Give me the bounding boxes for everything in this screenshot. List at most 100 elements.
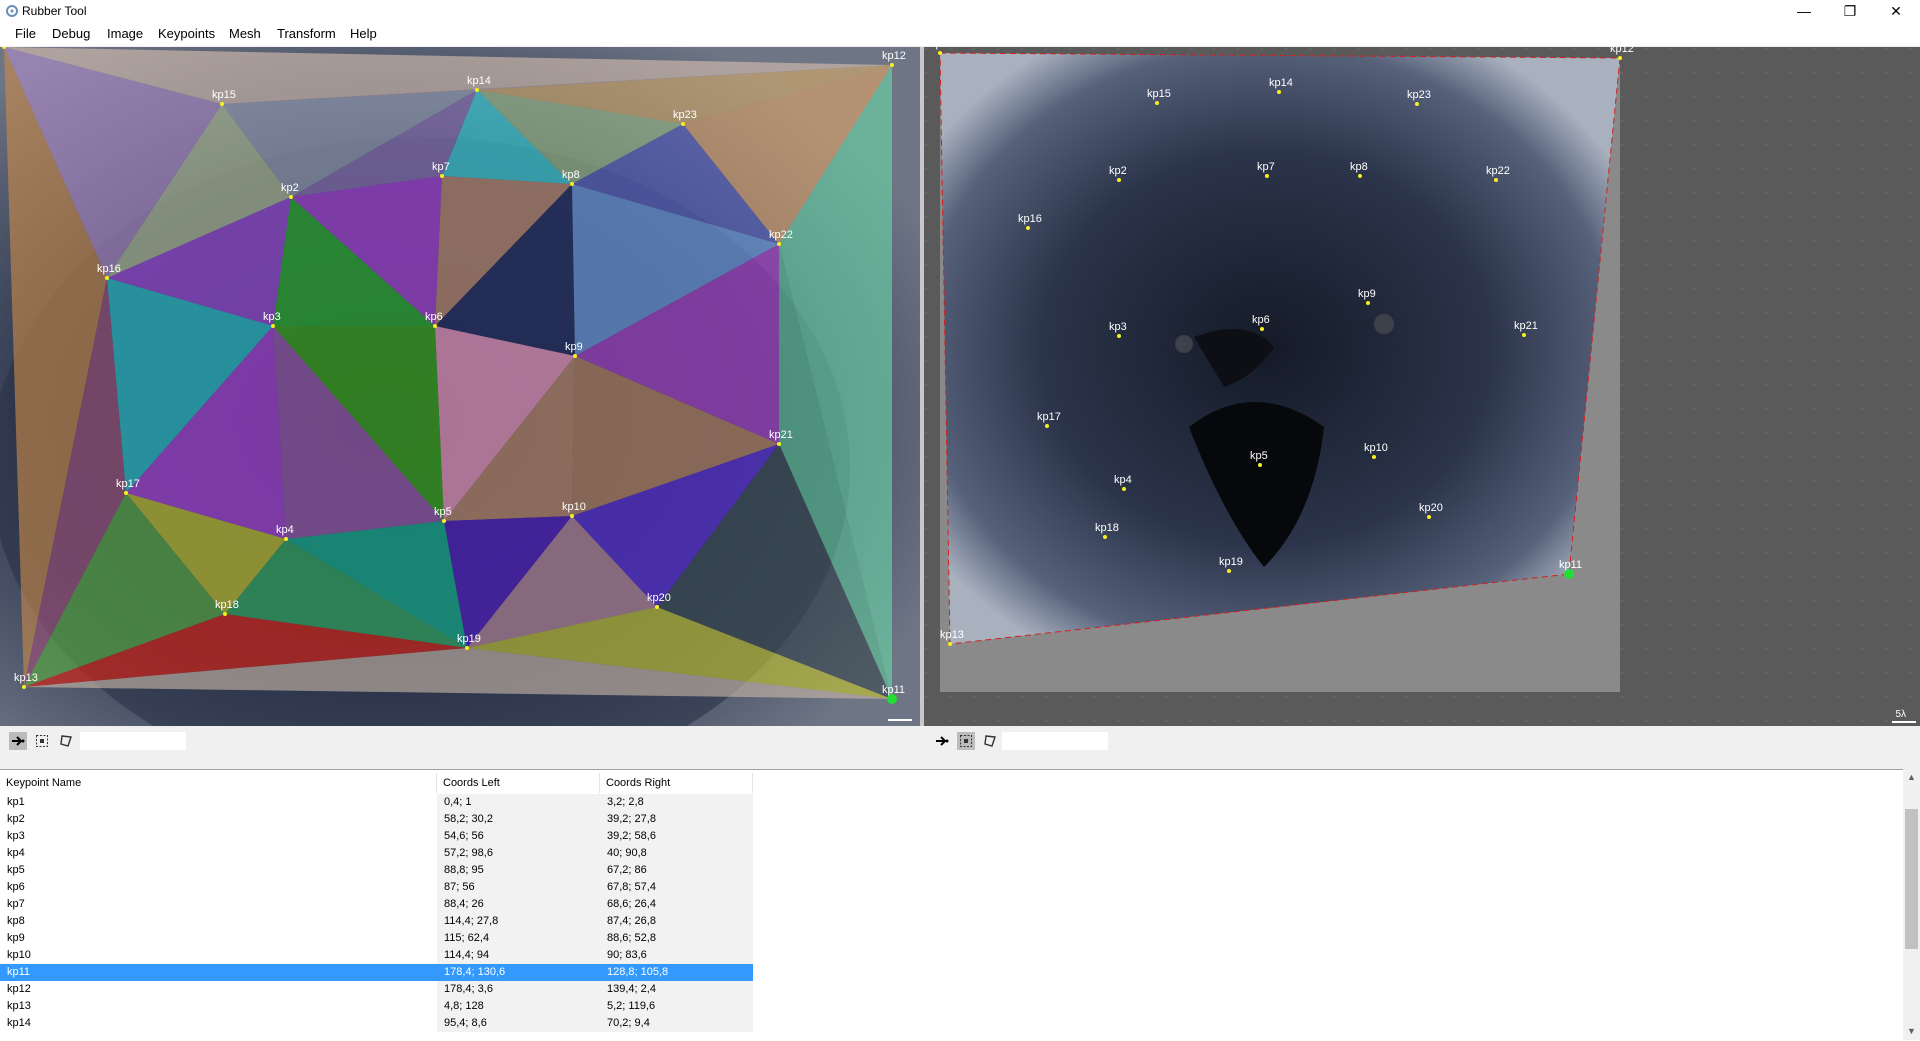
keypoint-label: kp23 [673,109,697,121]
lasso-tool-button[interactable] [57,732,75,750]
left-mesh-canvas[interactable]: kp1kp2kp3kp4kp5kp6kp7kp8kp9kp10kp11kp12k… [0,47,920,726]
table-row[interactable]: kp2 58,2; 30,2 39,2; 27,8 [0,811,753,828]
keypoint-marker[interactable] [289,195,293,199]
menu-help[interactable]: Help [348,26,379,41]
table-row[interactable]: kp6 87; 56 67,8; 57,4 [0,879,753,896]
select-tool-button-right[interactable] [957,732,975,750]
keypoint-marker[interactable] [570,514,574,518]
keypoint-marker[interactable] [1494,178,1498,182]
table-row[interactable]: kp13 4,8; 128 5,2; 119,6 [0,998,753,1015]
right-warp-canvas[interactable]: kp1 kp2 kp3 kp4 kp5 kp6 kp7 kp8 kp9 kp10 kp11 kp12 k… [924,47,1920,726]
column-header-name[interactable]: Keypoint Name [0,773,437,793]
keypoint-marker[interactable] [1122,487,1126,491]
keypoint-marker[interactable] [1258,463,1262,467]
menu-mesh[interactable]: Mesh [227,26,263,41]
keypoint-marker[interactable] [681,122,685,126]
move-tool-button-right[interactable] [933,732,951,750]
arrow-icon [12,736,25,746]
menu-transform[interactable]: Transform [275,26,338,41]
keypoint-marker[interactable] [1260,327,1264,331]
keypoint-marker[interactable] [1415,102,1419,106]
move-tool-button[interactable] [9,732,27,750]
scroll-up-icon[interactable]: ▲ [1903,769,1920,786]
menu-file[interactable]: File [13,26,38,41]
keypoint-marker[interactable] [1117,178,1121,182]
column-header-coords-right[interactable]: Coords Right [600,773,753,793]
keypoint-marker[interactable] [433,324,437,328]
table-row[interactable]: kp10 114,4; 94 90; 83,6 [0,947,753,964]
select-tool-button[interactable] [33,732,51,750]
coords-left-cell: 58,2; 30,2 [437,811,600,828]
restore-button[interactable]: ❐ [1828,0,1872,22]
coords-left-cell: 114,4; 27,8 [437,913,600,930]
table-row[interactable]: kp11 178,4; 130,6 128,8; 105,8 [0,964,753,981]
scroll-down-icon[interactable]: ▼ [1903,1023,1920,1040]
keypoint-marker[interactable] [655,605,659,609]
keypoint-marker[interactable] [1522,333,1526,337]
menu-debug[interactable]: Debug [50,26,92,41]
close-button[interactable]: ✕ [1874,0,1918,22]
coords-right-cell: 139,4; 2,4 [600,981,753,998]
scroll-thumb[interactable] [1905,809,1918,949]
keypoint-marker[interactable] [220,102,224,106]
keypoint-marker[interactable] [948,642,952,646]
minimize-button[interactable]: — [1782,0,1826,22]
keypoint-marker[interactable] [223,612,227,616]
keypoint-marker[interactable] [1372,455,1376,459]
table-row[interactable]: kp14 95,4; 8,6 70,2; 9,4 [0,1015,753,1032]
table-row[interactable]: kp7 88,4; 26 68,6; 26,4 [0,896,753,913]
keypoint-marker[interactable] [1358,174,1362,178]
keypoint-marker[interactable] [1427,515,1431,519]
menu-keypoints[interactable]: Keypoints [156,26,217,41]
keypoint-label: kp23 [1407,89,1431,101]
column-header-coords-left[interactable]: Coords Left [437,773,600,793]
left-image-view[interactable]: kp1kp2kp3kp4kp5kp6kp7kp8kp9kp10kp11kp12k… [0,47,920,726]
left-tool-input[interactable] [80,732,186,750]
list-scrollbar[interactable]: ▲ ▼ [1903,769,1920,1040]
keypoint-marker[interactable] [573,354,577,358]
keypoint-marker[interactable] [1155,101,1159,105]
table-row[interactable]: kp4 57,2; 98,6 40; 90,8 [0,845,753,862]
keypoint-label: kp19 [457,633,481,645]
table-row[interactable]: kp5 88,8; 95 67,2; 86 [0,862,753,879]
table-row[interactable]: kp1 0,4; 1 3,2; 2,8 [0,794,753,811]
keypoint-marker[interactable] [465,646,469,650]
keypoint-marker[interactable] [1117,334,1121,338]
keypoint-marker[interactable] [1618,56,1622,60]
keypoint-marker[interactable] [890,63,894,67]
keypoint-label: kp9 [565,341,583,353]
keypoint-marker[interactable] [284,537,288,541]
table-row[interactable]: kp3 54,6; 56 39,2; 58,6 [0,828,753,845]
right-tool-input[interactable] [1002,732,1108,750]
keypoint-marker[interactable] [105,276,109,280]
table-row[interactable]: kp12 178,4; 3,6 139,4; 2,4 [0,981,753,998]
keypoint-marker[interactable] [271,324,275,328]
keypoint-marker[interactable] [938,51,942,55]
right-image-view[interactable]: kp1 kp2 kp3 kp4 kp5 kp6 kp7 kp8 kp9 kp10 kp11 kp12 k… [924,47,1920,726]
keypoint-marker[interactable] [440,174,444,178]
keypoint-label: kp16 [1018,213,1042,225]
keypoint-marker[interactable] [777,442,781,446]
keypoint-marker[interactable] [570,182,574,186]
lasso-tool-button-right[interactable] [981,732,999,750]
keypoint-marker[interactable] [1227,569,1231,573]
coords-left-cell: 114,4; 94 [437,947,600,964]
keypoint-marker[interactable] [124,491,128,495]
keypoint-name-cell: kp3 [7,830,25,842]
keypoint-marker[interactable] [1045,424,1049,428]
keypoint-marker[interactable] [1026,226,1030,230]
keypoint-marker[interactable] [777,242,781,246]
keypoint-list[interactable]: Keypoint Name Coords Left Coords Right k… [0,769,1920,1041]
menu-image[interactable]: Image [105,26,145,41]
keypoint-marker[interactable] [1277,90,1281,94]
keypoint-marker[interactable] [1265,174,1269,178]
table-row[interactable]: kp9 115; 62,4 88,6; 52,8 [0,930,753,947]
keypoint-marker[interactable] [442,519,446,523]
coords-right-cell: 128,8; 105,8 [600,964,753,981]
coords-right-cell: 39,2; 58,6 [600,828,753,845]
keypoint-marker[interactable] [22,685,26,689]
keypoint-marker[interactable] [1103,535,1107,539]
table-row[interactable]: kp8 114,4; 27,8 87,4; 26,8 [0,913,753,930]
keypoint-marker[interactable] [1366,301,1370,305]
keypoint-marker[interactable] [475,88,479,92]
